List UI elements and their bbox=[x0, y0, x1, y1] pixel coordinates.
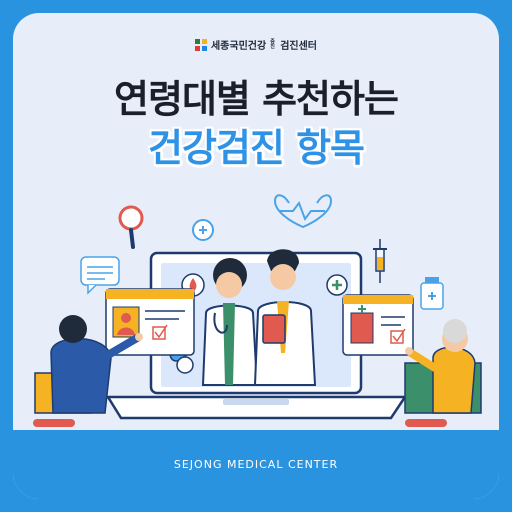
footer-text: SEJONG MEDICAL CENTER bbox=[173, 458, 339, 471]
heartbeat-icon bbox=[273, 194, 333, 229]
chat-bubble-icon bbox=[80, 256, 120, 295]
plus-circle-icon bbox=[192, 219, 214, 241]
syringe-icon bbox=[373, 239, 387, 283]
magnifier-icon bbox=[118, 205, 144, 249]
illustration bbox=[33, 194, 482, 427]
footer-band: SEJONG MEDICAL CENTER bbox=[13, 430, 499, 499]
medicine-bottle-icon bbox=[420, 277, 444, 310]
patient-grandmother bbox=[404, 319, 482, 427]
hospital-card-right bbox=[342, 294, 414, 356]
poster-card: 세종국민건강 증진 검진센터 연령대별 추천하는 건강검진 항목 SEJONG … bbox=[13, 13, 499, 499]
plus-badge-icon bbox=[326, 274, 348, 296]
